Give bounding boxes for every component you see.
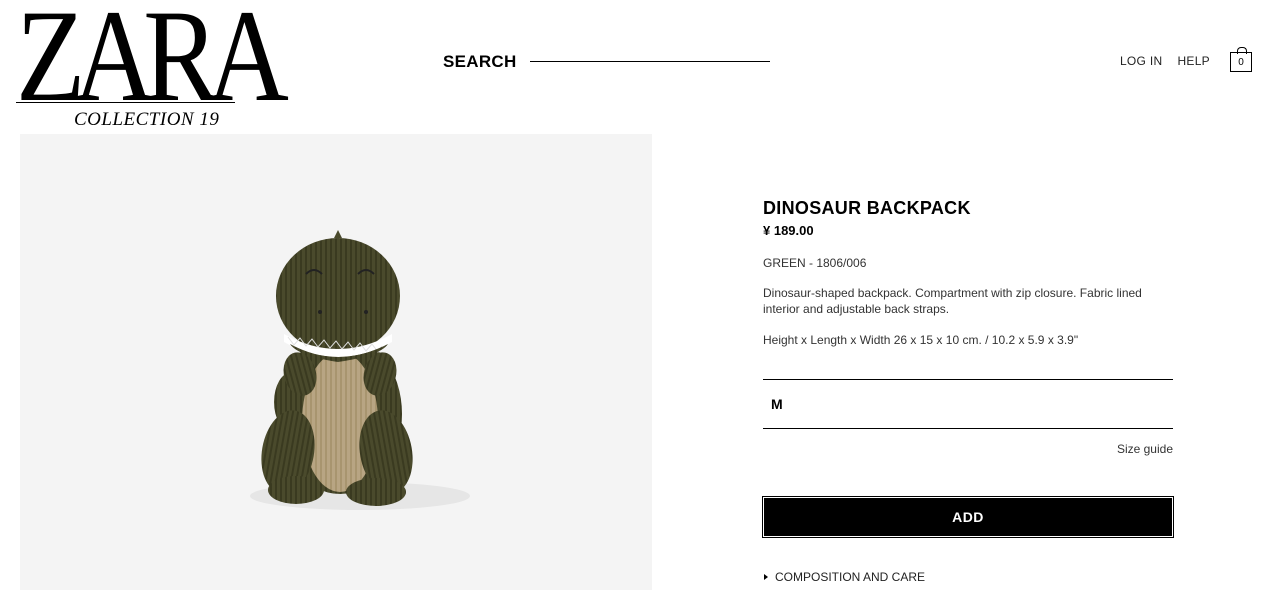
logo-wordmark: ZARA xyxy=(16,0,289,129)
selected-size: M xyxy=(771,396,783,412)
search-field[interactable]: SEARCH xyxy=(443,50,773,74)
product-image[interactable] xyxy=(20,134,652,590)
composition-care-toggle[interactable]: COMPOSITION AND CARE xyxy=(764,570,925,584)
dinosaur-plush-icon xyxy=(250,230,470,510)
login-link[interactable]: LOG IN xyxy=(1120,54,1162,68)
top-nav: LOG IN HELP 0 xyxy=(1120,47,1252,72)
product-color-reference: GREEN - 1806/006 xyxy=(763,256,867,270)
add-to-bag-button[interactable]: ADD xyxy=(762,496,1174,538)
caret-right-icon xyxy=(764,574,768,580)
search-underline[interactable] xyxy=(530,61,770,62)
logo-subtitle: COLLECTION 19 xyxy=(74,109,220,130)
composition-care-label: COMPOSITION AND CARE xyxy=(775,570,926,584)
size-guide-link[interactable]: Size guide xyxy=(1117,442,1173,456)
zara-logo[interactable]: ZARA COLLECTION 19 xyxy=(16,0,289,132)
bag-count: 0 xyxy=(1238,56,1244,68)
product-name: DINOSAUR BACKPACK xyxy=(763,198,971,218)
search-label: SEARCH xyxy=(443,52,517,71)
product-price: ¥ 189.00 xyxy=(763,223,814,238)
size-selector[interactable]: M xyxy=(763,379,1173,429)
product-dimensions: Height x Length x Width 26 x 15 x 10 cm.… xyxy=(763,333,1079,347)
product-description: Dinosaur-shaped backpack. Compartment wi… xyxy=(763,286,1142,316)
logo-rule xyxy=(16,102,235,103)
product-info: DINOSAUR BACKPACK ¥ 189.00 GREEN - 1806/… xyxy=(763,196,1173,348)
shopping-bag-icon[interactable]: 0 xyxy=(1230,47,1252,72)
help-link[interactable]: HELP xyxy=(1177,54,1210,68)
